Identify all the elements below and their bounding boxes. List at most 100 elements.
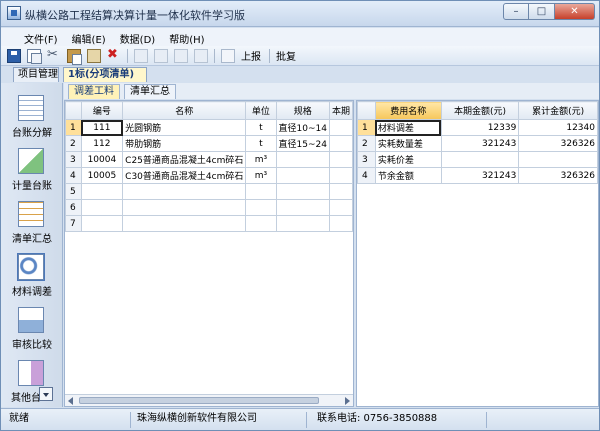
table-row[interactable]: 7	[65, 215, 353, 232]
name-cell[interactable]: 光圆钢筋	[122, 119, 247, 136]
table-row[interactable]: 3 实耗价差	[357, 151, 598, 168]
name-cell[interactable]: C25普通商品混凝土4cm碎石	[122, 151, 247, 168]
table-row[interactable]: 1 111 光圆钢筋 t 直径10~14	[65, 119, 353, 136]
sidebar-item-material-adjust[interactable]: 材料调差	[1, 246, 63, 298]
unit-cell[interactable]: m³	[245, 167, 277, 184]
table-row[interactable]: 2 112 带肋钢筋 t 直径15~24	[65, 135, 353, 152]
unit-cell[interactable]	[245, 199, 277, 216]
save-icon[interactable]	[7, 48, 21, 63]
move-down-icon[interactable]	[174, 48, 188, 63]
row-number[interactable]: 3	[357, 151, 376, 168]
name-cell[interactable]: C30普通商品混凝土4cm碎石	[122, 167, 247, 184]
spec-cell[interactable]	[275, 151, 330, 168]
code-cell[interactable]: 10004	[80, 151, 124, 168]
name-cell[interactable]	[122, 215, 247, 232]
close-button[interactable]: ✕	[555, 3, 595, 20]
tab-material-adjust[interactable]: 调差工料	[68, 84, 120, 99]
spec-cell[interactable]	[275, 167, 330, 184]
table-row[interactable]: 1 材料调差 12339 12340	[357, 119, 598, 136]
current-amount-cell[interactable]: 12339	[440, 119, 520, 136]
cost-name-cell[interactable]: 材料调差	[374, 119, 442, 136]
menu-help[interactable]: 帮助(H)	[162, 28, 211, 46]
unit-cell[interactable]: t	[245, 135, 277, 152]
sidebar-item-audit-compare[interactable]: 审核比较	[1, 299, 63, 351]
report-button[interactable]: 上报	[241, 48, 261, 63]
scroll-left-icon[interactable]	[68, 397, 73, 405]
paste-icon[interactable]	[67, 48, 82, 65]
row-number[interactable]: 7	[65, 215, 82, 232]
scroll-right-icon[interactable]	[345, 397, 350, 405]
copy-icon[interactable]	[27, 48, 42, 64]
row-number[interactable]: 4	[357, 167, 376, 184]
table-row[interactable]: 4 10005 C30普通商品混凝土4cm碎石 m³	[65, 167, 353, 184]
move-up-icon[interactable]	[154, 48, 168, 63]
cost-name-cell[interactable]: 实耗价差	[374, 151, 442, 168]
move-last-icon[interactable]	[194, 48, 208, 63]
paste-special-icon[interactable]	[87, 48, 101, 63]
current-amount-cell[interactable]: 321243	[440, 135, 520, 152]
menu-data[interactable]: 数据(D)	[113, 28, 163, 46]
table-row[interactable]: 4 节余金额 321243 326326	[357, 167, 598, 184]
column-header[interactable]: 累计金额(元)	[518, 101, 598, 120]
name-cell[interactable]	[122, 199, 247, 216]
table-row[interactable]: 6	[65, 199, 353, 216]
menu-edit[interactable]: 编辑(E)	[65, 28, 113, 46]
unit-cell[interactable]: t	[245, 119, 277, 136]
document-icon[interactable]	[221, 48, 235, 63]
menu-file[interactable]: 文件(F)	[17, 28, 65, 46]
current-cell[interactable]	[328, 183, 353, 200]
total-amount-cell[interactable]: 326326	[518, 167, 598, 184]
unit-cell[interactable]	[245, 183, 277, 200]
row-number[interactable]: 5	[65, 183, 82, 200]
row-number[interactable]: 2	[65, 135, 82, 152]
current-cell[interactable]	[328, 199, 353, 216]
approve-button[interactable]: 批复	[276, 48, 296, 63]
column-header[interactable]: 费用名称	[374, 101, 442, 120]
sidebar-item-list-summary[interactable]: 清单汇总	[1, 193, 63, 245]
delete-icon[interactable]	[107, 47, 121, 63]
row-number[interactable]: 1	[357, 119, 376, 136]
cost-name-cell[interactable]: 节余金额	[374, 167, 442, 184]
code-cell[interactable]: 112	[80, 135, 124, 152]
unit-cell[interactable]	[245, 215, 277, 232]
move-first-icon[interactable]	[134, 48, 148, 63]
spec-cell[interactable]	[275, 215, 330, 232]
current-cell[interactable]	[328, 135, 353, 152]
row-number[interactable]: 1	[65, 119, 82, 136]
unit-cell[interactable]: m³	[245, 151, 277, 168]
row-number[interactable]: 6	[65, 199, 82, 216]
minimize-button[interactable]: –	[503, 3, 529, 20]
spec-cell[interactable]: 直径10~14	[275, 119, 330, 136]
sidebar-item-other[interactable]: 其他台	[1, 352, 63, 404]
maximize-button[interactable]: □	[529, 3, 555, 20]
code-cell[interactable]: 10005	[80, 167, 124, 184]
code-cell[interactable]	[80, 215, 124, 232]
current-amount-cell[interactable]	[440, 151, 520, 168]
tab-list-summary[interactable]: 清单汇总	[124, 84, 176, 99]
horizontal-scrollbar[interactable]	[65, 394, 353, 406]
current-amount-cell[interactable]: 321243	[440, 167, 520, 184]
code-cell[interactable]	[80, 199, 124, 216]
spec-cell[interactable]	[275, 199, 330, 216]
row-number[interactable]: 4	[65, 167, 82, 184]
sidebar-item-measurement-ledger[interactable]: 计量台账	[1, 140, 63, 192]
cost-name-cell[interactable]: 实耗数量差	[374, 135, 442, 152]
tab-project-management[interactable]: 项目管理	[13, 67, 59, 82]
column-header[interactable]: 名称	[122, 101, 247, 120]
table-row[interactable]: 3 10004 C25普通商品混凝土4cm碎石 m³	[65, 151, 353, 168]
column-header[interactable]: 本期金额(元)	[440, 101, 520, 120]
name-cell[interactable]	[122, 183, 247, 200]
column-header[interactable]: 单位	[245, 101, 277, 120]
current-cell[interactable]	[328, 167, 353, 184]
scroll-thumb[interactable]	[79, 397, 319, 404]
sidebar-scroll-down-icon[interactable]	[39, 387, 53, 401]
current-cell[interactable]	[328, 151, 353, 168]
spec-cell[interactable]: 直径15~24	[275, 135, 330, 152]
tab-bid-section[interactable]: 1标(分项清单)	[63, 67, 147, 82]
current-cell[interactable]	[328, 119, 353, 136]
cut-icon[interactable]	[47, 47, 61, 63]
title-bar[interactable]: 纵横公路工程结算决算计量一体化软件学习版 – □ ✕	[1, 1, 599, 27]
sidebar-item-ledger-breakdown[interactable]: 台账分解	[1, 87, 63, 139]
column-header[interactable]: 本期	[328, 101, 353, 120]
current-cell[interactable]	[328, 215, 353, 232]
